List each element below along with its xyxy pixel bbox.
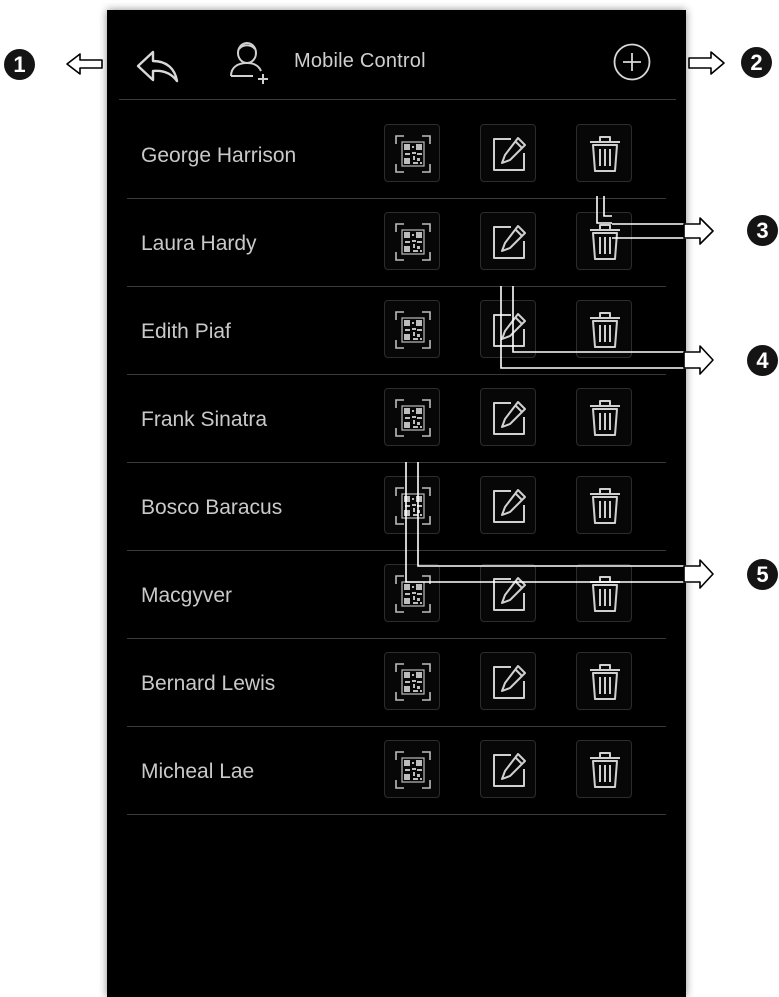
- back-arrow-icon: [136, 50, 179, 83]
- contact-name: Laura Hardy: [141, 232, 257, 255]
- connector-arrowheads: [683, 217, 714, 589]
- callout-5: 5: [747, 559, 778, 590]
- callout-2: 2: [741, 47, 772, 78]
- delete-button[interactable]: [576, 388, 632, 446]
- edit-icon: [493, 313, 526, 347]
- qr-code-button[interactable]: [384, 476, 440, 534]
- callout-3: 3: [747, 215, 778, 246]
- plus-circle-icon: [613, 43, 651, 81]
- edit-icon: [493, 577, 526, 611]
- qr-code-icon: [395, 751, 431, 789]
- trash-icon: [590, 224, 620, 260]
- qr-code-button[interactable]: [384, 652, 440, 710]
- contact-name: Macgyver: [141, 584, 233, 607]
- add-contact-button[interactable]: [612, 42, 652, 82]
- contact-name: Micheal Lae: [141, 760, 255, 783]
- back-button[interactable]: [135, 46, 181, 86]
- contact-name: Edith Piaf: [141, 320, 231, 343]
- edit-icon: [493, 753, 526, 787]
- edit-icon: [493, 489, 526, 523]
- delete-button[interactable]: [576, 652, 632, 710]
- qr-code-button[interactable]: [384, 124, 440, 182]
- trash-icon: [590, 752, 620, 788]
- qr-code-button[interactable]: [384, 564, 440, 622]
- edit-button[interactable]: [480, 652, 536, 710]
- delete-button[interactable]: [576, 300, 632, 358]
- trash-icon: [590, 400, 620, 436]
- contact-row: Bernard Lewis: [127, 639, 666, 727]
- delete-button[interactable]: [576, 124, 632, 182]
- qr-code-button[interactable]: [384, 300, 440, 358]
- trash-icon: [590, 136, 620, 172]
- qr-code-icon: [395, 311, 431, 349]
- delete-button[interactable]: [576, 212, 632, 270]
- qr-code-icon: [395, 663, 431, 701]
- trash-icon: [590, 312, 620, 348]
- contact-name: Bosco Baracus: [141, 496, 283, 519]
- header-divider: [119, 99, 676, 100]
- edit-icon: [493, 401, 526, 435]
- qr-code-icon: [395, 399, 431, 437]
- edit-button[interactable]: [480, 124, 536, 182]
- trash-icon: [590, 664, 620, 700]
- edit-button[interactable]: [480, 476, 536, 534]
- edit-button[interactable]: [480, 564, 536, 622]
- callout-1: 1: [4, 49, 35, 80]
- add-user-icon: [225, 38, 275, 86]
- qr-code-icon: [395, 575, 431, 613]
- qr-code-button[interactable]: [384, 388, 440, 446]
- contact-row: George Harrison: [127, 111, 666, 199]
- edit-icon: [493, 665, 526, 699]
- contact-row: Macgyver: [127, 551, 666, 639]
- contact-row: Frank Sinatra: [127, 375, 666, 463]
- callout-4: 4: [747, 345, 778, 376]
- contact-row: Edith Piaf: [127, 287, 666, 375]
- edit-button[interactable]: [480, 300, 536, 358]
- qr-code-icon: [395, 135, 431, 173]
- app-header: Mobile Control: [107, 10, 686, 102]
- contact-name: George Harrison: [141, 144, 297, 167]
- contact-row: Micheal Lae: [127, 727, 666, 815]
- edit-button[interactable]: [480, 740, 536, 798]
- contact-row: Laura Hardy: [127, 199, 666, 287]
- qr-code-icon: [395, 223, 431, 261]
- qr-code-button[interactable]: [384, 740, 440, 798]
- qr-code-icon: [395, 487, 431, 525]
- qr-code-button[interactable]: [384, 212, 440, 270]
- edit-button[interactable]: [480, 388, 536, 446]
- phone-screen: Mobile Control George Harrison Laura Har…: [107, 10, 686, 997]
- trash-icon: [590, 576, 620, 612]
- page-title: Mobile Control: [294, 50, 426, 72]
- delete-button[interactable]: [576, 476, 632, 534]
- edit-icon: [493, 225, 526, 259]
- delete-button[interactable]: [576, 564, 632, 622]
- contact-name: Frank Sinatra: [141, 408, 268, 431]
- contact-row: Bosco Baracus: [127, 463, 666, 551]
- edit-icon: [493, 137, 526, 171]
- trash-icon: [590, 488, 620, 524]
- delete-button[interactable]: [576, 740, 632, 798]
- row-divider: [127, 814, 666, 815]
- contact-name: Bernard Lewis: [141, 672, 276, 695]
- edit-button[interactable]: [480, 212, 536, 270]
